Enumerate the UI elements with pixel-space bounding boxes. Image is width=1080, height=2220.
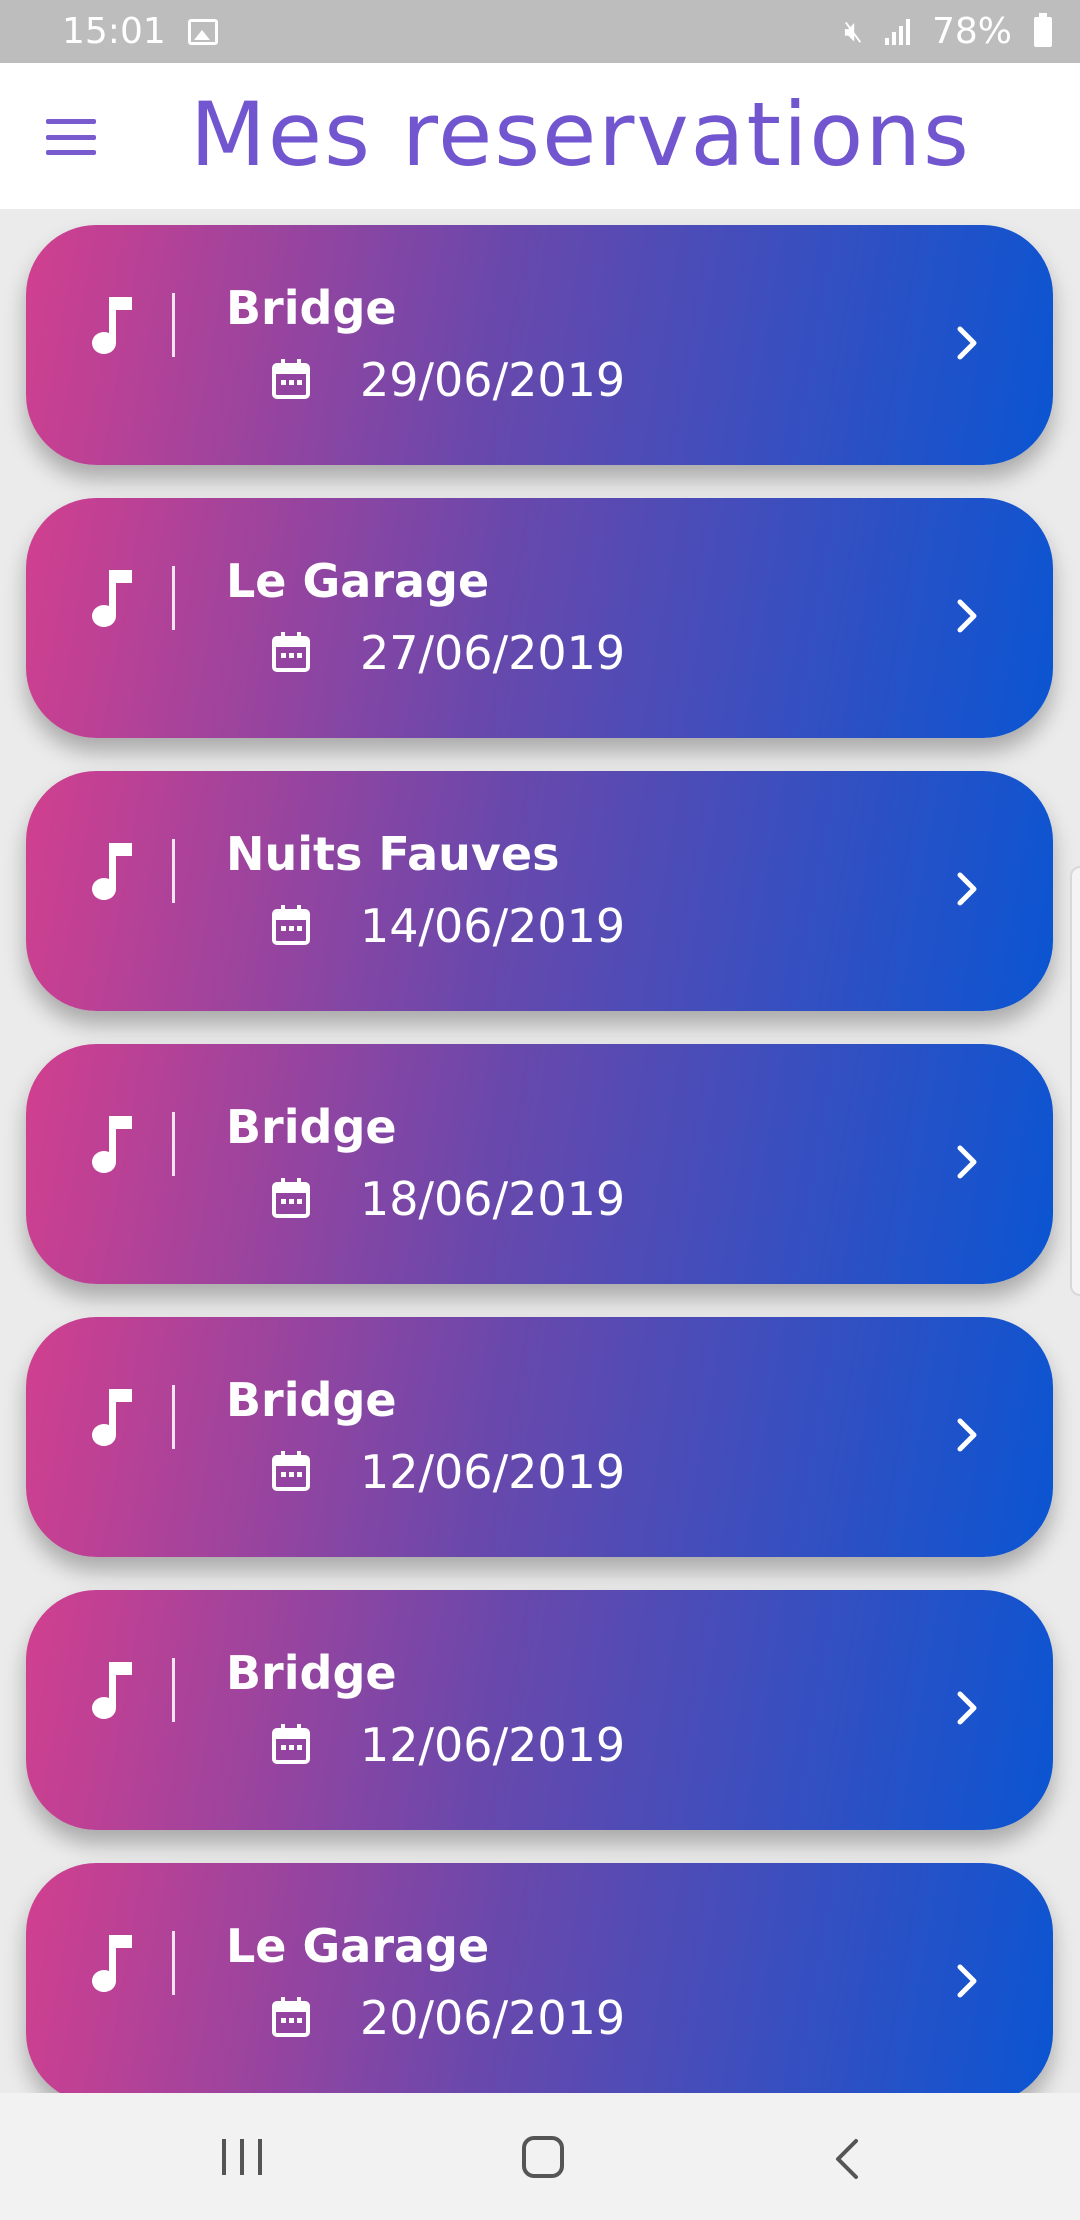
- recent-apps-icon[interactable]: [222, 2139, 262, 2175]
- reservation-card[interactable]: Bridge 18/06/2019: [26, 1044, 1053, 1284]
- app-bar: Mes reservations: [0, 63, 1080, 209]
- reservation-card[interactable]: Bridge 29/06/2019: [26, 225, 1053, 465]
- venue-name: Le Garage: [226, 554, 490, 608]
- divider: [172, 839, 175, 903]
- chevron-right-icon: [957, 599, 977, 633]
- divider: [172, 1931, 175, 1995]
- reservation-date: 14/06/2019: [360, 899, 626, 953]
- calendar-icon: [272, 905, 310, 945]
- reservation-date: 18/06/2019: [360, 1172, 626, 1226]
- music-note-icon: [92, 843, 132, 900]
- venue-name: Bridge: [226, 1373, 397, 1427]
- status-left: 15:01: [62, 11, 218, 52]
- music-note-icon: [92, 570, 132, 627]
- music-note-icon: [92, 1662, 132, 1719]
- mute-icon: 🔇︎: [844, 14, 863, 49]
- reservation-card[interactable]: Bridge 12/06/2019: [26, 1317, 1053, 1557]
- reservation-date: 12/06/2019: [360, 1718, 626, 1772]
- chevron-right-icon: [957, 1145, 977, 1179]
- menu-icon[interactable]: [46, 119, 96, 155]
- venue-name: Le Garage: [226, 1919, 490, 1973]
- calendar-icon: [272, 1178, 310, 1218]
- reservation-card[interactable]: Le Garage 27/06/2019: [26, 498, 1053, 738]
- gallery-icon: [187, 18, 218, 45]
- reservation-date: 27/06/2019: [360, 626, 626, 680]
- reservation-list[interactable]: Bridge 29/06/2019 Le Garage 27/06/2019 N…: [0, 209, 1080, 2093]
- music-note-icon: [92, 1116, 132, 1173]
- chevron-right-icon: [957, 1418, 977, 1452]
- venue-name: Nuits Fauves: [226, 827, 560, 881]
- calendar-icon: [272, 632, 310, 672]
- page-title: Mes reservations: [190, 83, 971, 186]
- chevron-right-icon: [957, 1964, 977, 1998]
- venue-name: Bridge: [226, 1100, 397, 1154]
- calendar-icon: [272, 1724, 310, 1764]
- music-note-icon: [92, 1935, 132, 1992]
- venue-name: Bridge: [226, 1646, 397, 1700]
- status-time: 15:01: [62, 11, 166, 52]
- chevron-right-icon: [957, 872, 977, 906]
- divider: [172, 566, 175, 630]
- chevron-right-icon: [957, 1691, 977, 1725]
- music-note-icon: [92, 297, 132, 354]
- reservation-card[interactable]: Bridge 12/06/2019: [26, 1590, 1053, 1830]
- calendar-icon: [272, 1997, 310, 2037]
- signal-icon: [884, 18, 910, 45]
- divider: [172, 1385, 175, 1449]
- reservation-date: 20/06/2019: [360, 1991, 626, 2045]
- divider: [172, 1112, 175, 1176]
- reservation-date: 29/06/2019: [360, 353, 626, 407]
- status-right: 🔇︎ 78%: [844, 11, 1052, 52]
- navigation-bar: [0, 2093, 1080, 2220]
- reservation-card[interactable]: Le Garage 20/06/2019: [26, 1863, 1053, 2093]
- reservation-card[interactable]: Nuits Fauves 14/06/2019: [26, 771, 1053, 1011]
- music-note-icon: [92, 1389, 132, 1446]
- home-icon[interactable]: [522, 2136, 564, 2178]
- divider: [172, 293, 175, 357]
- status-bar: 15:01 🔇︎ 78%: [0, 0, 1080, 63]
- reservation-date: 12/06/2019: [360, 1445, 626, 1499]
- divider: [172, 1658, 175, 1722]
- battery-percent: 78%: [931, 11, 1012, 52]
- venue-name: Bridge: [226, 281, 397, 335]
- back-icon[interactable]: [832, 2137, 860, 2181]
- battery-icon: [1034, 12, 1052, 47]
- chevron-right-icon: [957, 326, 977, 360]
- calendar-icon: [272, 1451, 310, 1491]
- scroll-handle[interactable]: [1070, 866, 1080, 1296]
- calendar-icon: [272, 359, 310, 399]
